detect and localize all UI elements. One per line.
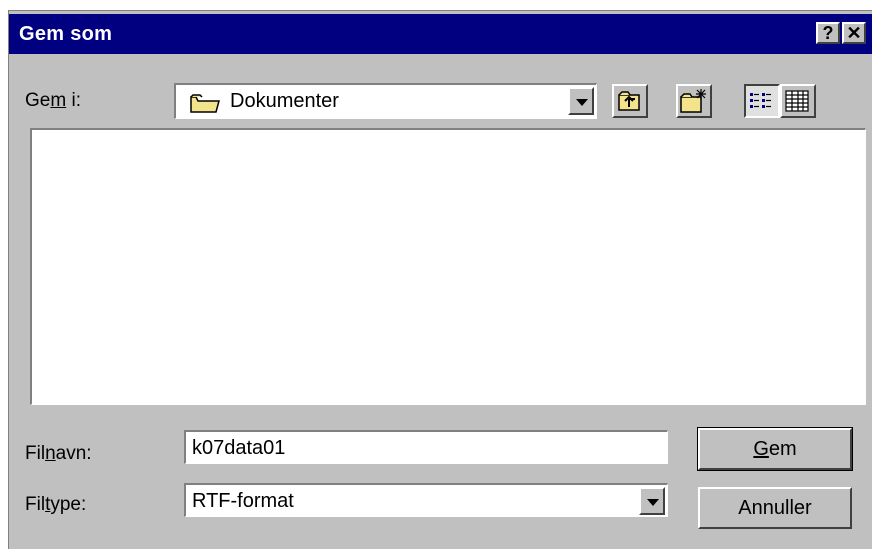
new-folder-icon (680, 89, 706, 113)
new-folder-button[interactable] (676, 84, 712, 118)
list-view-button[interactable] (744, 84, 780, 118)
filetype-dropdown-button[interactable] (639, 487, 665, 515)
dialog-title: Gem som (19, 23, 113, 45)
filetype-label: Filtype: (25, 494, 87, 515)
close-button[interactable]: ✕ (842, 22, 866, 44)
save-as-dialog: Gem som ? ✕ Gem i: Dokumenter Filnavn: k… (8, 10, 872, 549)
save-button[interactable]: Gem (697, 427, 853, 471)
filename-label: Filnavn: (25, 443, 92, 464)
lookin-label: Gem i: (25, 90, 81, 111)
filename-input[interactable]: k07data01 (184, 430, 668, 464)
details-view-button[interactable] (780, 84, 816, 118)
filetype-select[interactable]: RTF-format (184, 483, 668, 517)
filetype-value: RTF-format (192, 490, 294, 512)
help-button[interactable]: ? (816, 22, 840, 44)
file-list[interactable] (30, 128, 866, 405)
list-view-icon (750, 93, 771, 108)
lookin-combobox[interactable]: Dokumenter (174, 83, 597, 119)
title-bar[interactable]: Gem som ? ✕ (9, 14, 872, 54)
filename-value: k07data01 (192, 437, 286, 459)
help-icon: ? (822, 23, 834, 43)
close-icon: ✕ (846, 23, 862, 43)
up-one-level-button[interactable] (612, 84, 648, 118)
folder-icon (190, 94, 220, 113)
lookin-value: Dokumenter (230, 90, 339, 112)
cancel-button[interactable]: Annuller (698, 487, 852, 529)
details-view-icon (785, 90, 809, 112)
up-folder-icon (618, 91, 640, 111)
lookin-dropdown-button[interactable] (568, 87, 594, 115)
